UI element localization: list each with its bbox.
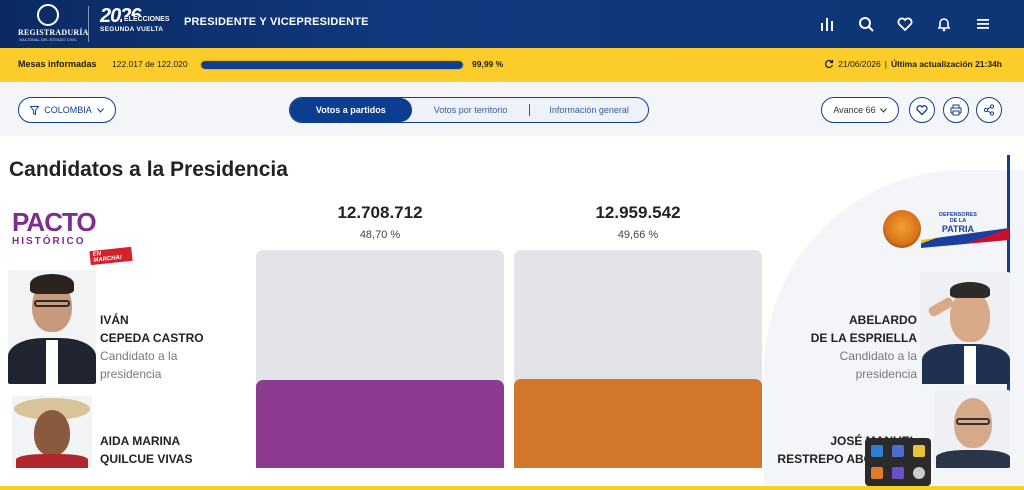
tab-general-info[interactable]: Información general [530, 98, 648, 122]
tab-territory-votes[interactable]: Votos por territorio [412, 98, 530, 122]
coat-of-arms-icon [37, 4, 59, 26]
filter-toolbar: COLOMBIA Votos a partidos Votos por terr… [0, 82, 1024, 136]
refresh-icon[interactable] [824, 59, 834, 69]
menu-icon[interactable] [963, 14, 1002, 34]
country-filter-label: COLOMBIA [44, 105, 92, 115]
result-left: 12.708.712 48,70 % [280, 203, 480, 241]
candidate-photo-quilcue [12, 396, 92, 468]
tables-percent: 99,99 % [472, 59, 504, 69]
page-title: Candidatos a la Presidencia [9, 158, 288, 181]
candidate-photo-restrepo [934, 390, 1010, 468]
bluetooth-icon[interactable] [891, 445, 904, 457]
vote-count: 12.708.712 [337, 203, 423, 222]
pacto-historico-logo: PACTO HISTÓRICO EN MARCHA! [12, 209, 133, 266]
avance-select[interactable]: Avance 66 [821, 97, 899, 123]
filter-icon [30, 105, 40, 115]
last-update: 21/06/2026 | Última actualización 21:34h [824, 59, 1002, 69]
registraduria-logo[interactable]: REGISTRADURÍA NACIONAL DEL ESTADO CIVIL [18, 4, 88, 44]
tables-label: Mesas informadas [18, 59, 97, 69]
candidate-quilcue[interactable]: AIDA MARINA QUILCUE VIVAS [100, 432, 192, 468]
system-tray-popup [865, 438, 931, 486]
app-icon[interactable] [871, 467, 884, 479]
result-right: 12.959.542 49,66 % [538, 203, 738, 241]
candidate-cepeda[interactable]: IVÁN CEPEDA CASTRO Candidato a la presid… [100, 311, 204, 383]
share-button[interactable] [976, 97, 1002, 123]
heart-icon [916, 105, 928, 116]
top-header: REGISTRADURÍA NACIONAL DEL ESTADO CIVIL … [0, 0, 1024, 48]
results-tabs: Votos a partidos Votos por territorio In… [289, 97, 649, 123]
tiger-icon [883, 210, 921, 248]
update-date: 21/06/2026 [838, 59, 881, 69]
defensores-patria-logo: DEFENSORES DE LA PATRIA [883, 210, 1009, 252]
heart-icon[interactable] [885, 14, 924, 34]
candidate-photo-cepeda [8, 270, 96, 384]
result-bar-left [256, 250, 504, 468]
record-icon[interactable] [912, 467, 925, 479]
chart-icon[interactable] [807, 14, 846, 34]
section-title: PRESIDENTE Y VICEPRESIDENTE [184, 16, 369, 28]
header-divider [88, 6, 89, 42]
share-icon [983, 104, 995, 116]
vote-percent: 49,66 % [617, 229, 659, 241]
status-bar: Mesas informadas 122.017 de 122.020 99,9… [0, 48, 1024, 82]
footer-strip [0, 486, 1024, 490]
elections-2026-logo[interactable]: 2026 ELECCIONES SEGUNDA VUELTA [100, 6, 172, 34]
vote-percent: 48,70 % [359, 229, 401, 241]
chevron-down-icon [879, 107, 887, 113]
print-button[interactable] [943, 97, 969, 123]
security-icon[interactable] [912, 445, 925, 457]
bell-icon[interactable] [924, 14, 963, 34]
vote-count: 12.959.542 [595, 203, 681, 222]
result-bar-fill [256, 380, 504, 468]
tables-progress-bar [200, 60, 464, 70]
result-bar-fill [514, 379, 762, 468]
tab-party-votes[interactable]: Votos a partidos [290, 98, 412, 122]
printer-icon [950, 104, 962, 116]
country-filter-button[interactable]: COLOMBIA [18, 97, 116, 123]
result-bar-right [514, 250, 762, 468]
header-actions [807, 14, 1002, 34]
update-time: Última actualización 21:34h [890, 59, 1002, 69]
pen-icon[interactable] [891, 467, 904, 479]
tables-count: 122.017 de 122.020 [112, 59, 188, 69]
candidate-photo-espriella [920, 272, 1010, 384]
chevron-down-icon [96, 107, 104, 113]
network-icon[interactable] [871, 445, 884, 457]
tables-progress-fill [201, 61, 463, 69]
search-icon[interactable] [846, 14, 885, 34]
favorite-button[interactable] [909, 97, 935, 123]
update-separator: | [884, 59, 887, 69]
avance-label: Avance 66 [833, 105, 876, 115]
candidate-espriella[interactable]: ABELARDO DE LA ESPRIELLA Candidato a la … [811, 311, 917, 383]
